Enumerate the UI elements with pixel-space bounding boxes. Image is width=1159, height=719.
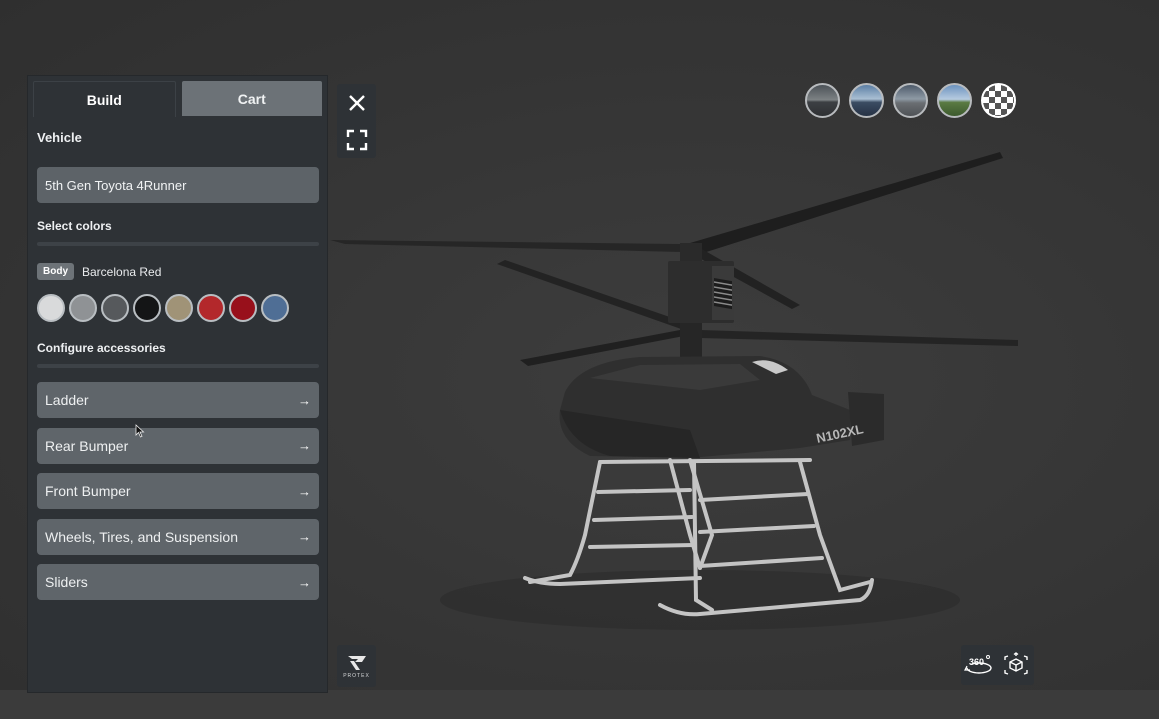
arrow-right-icon: →: [298, 483, 311, 499]
transparent-background-option[interactable]: [981, 83, 1016, 118]
body-part-badge[interactable]: Body: [37, 263, 74, 280]
accessory-label: Ladder: [45, 392, 89, 408]
fullscreen-button[interactable]: [337, 121, 376, 158]
panel-tabs: Build Cart: [28, 76, 327, 117]
arrow-right-icon: →: [298, 529, 311, 544]
protex-logo-icon: [347, 655, 366, 670]
logo-text: PROTEX: [343, 672, 370, 679]
fullscreen-icon: [346, 129, 367, 150]
color-swatch[interactable]: [101, 294, 129, 322]
color-swatch[interactable]: [197, 294, 225, 322]
color-part-row: Body Barcelona Red: [37, 263, 161, 280]
ar-view-button[interactable]: [1001, 650, 1031, 680]
viewer-toolbox: [337, 84, 376, 158]
arrow-right-icon: →: [298, 438, 311, 453]
accessory-ladder[interactable]: Ladder →: [37, 382, 319, 418]
environment-selector: [805, 83, 1016, 118]
ar-cube-icon: [1004, 652, 1028, 675]
accessories-section-title: Configure accessories: [37, 341, 166, 355]
environment-option-4[interactable]: [937, 83, 972, 118]
accessory-label: Wheels, Tires, and Suspension: [45, 528, 238, 545]
vehicle-select[interactable]: 5th Gen Toyota 4Runner: [37, 167, 319, 203]
configurator-panel: Build Cart Vehicle 5th Gen Toyota 4Runne…: [27, 75, 328, 693]
accessory-wheels-tires-suspension[interactable]: Wheels, Tires, and Suspension →: [37, 518, 319, 555]
colors-divider: [37, 242, 319, 246]
environment-option-1[interactable]: [805, 83, 840, 118]
mouse-cursor-icon: [135, 424, 145, 438]
vehicle-section-title: Vehicle: [37, 130, 82, 145]
arrow-right-icon: →: [298, 574, 311, 590]
close-button[interactable]: [337, 84, 376, 121]
rotate-360-icon: 360: [964, 655, 992, 674]
accessories-list: Ladder → Rear Bumper → Front Bumper → Wh…: [37, 382, 319, 610]
color-swatch[interactable]: [37, 294, 65, 322]
color-swatch[interactable]: [133, 294, 161, 322]
color-swatch[interactable]: [69, 294, 97, 322]
rotate-360-label: 360: [969, 657, 984, 667]
accessory-label: Rear Bumper: [45, 437, 129, 454]
selected-color-name: Barcelona Red: [82, 264, 162, 279]
color-swatch[interactable]: [165, 294, 193, 322]
close-icon: [348, 94, 365, 111]
arrow-right-icon: →: [298, 392, 311, 408]
environment-option-3[interactable]: [893, 83, 928, 118]
accessory-label: Front Bumper: [45, 483, 131, 499]
accessory-rear-bumper[interactable]: Rear Bumper →: [37, 427, 319, 464]
color-swatches: [37, 294, 289, 322]
rotate-360-button[interactable]: 360: [964, 650, 994, 680]
environment-option-2[interactable]: [849, 83, 884, 118]
color-swatch[interactable]: [261, 294, 289, 322]
accessory-front-bumper[interactable]: Front Bumper →: [37, 473, 319, 509]
tab-cart[interactable]: Cart: [181, 81, 322, 116]
bottom-strip: [0, 690, 1159, 719]
tab-build[interactable]: Build: [33, 81, 176, 117]
helicopter-model[interactable]: N102XL: [330, 140, 1050, 640]
accessories-divider: [37, 364, 319, 368]
color-swatch[interactable]: [229, 294, 257, 322]
accessory-sliders[interactable]: Sliders →: [37, 564, 319, 600]
view-tools: 360: [961, 645, 1034, 685]
colors-section-title: Select colors: [37, 219, 112, 233]
accessory-label: Sliders: [45, 574, 88, 590]
protex-logo: PROTEX: [337, 645, 376, 687]
